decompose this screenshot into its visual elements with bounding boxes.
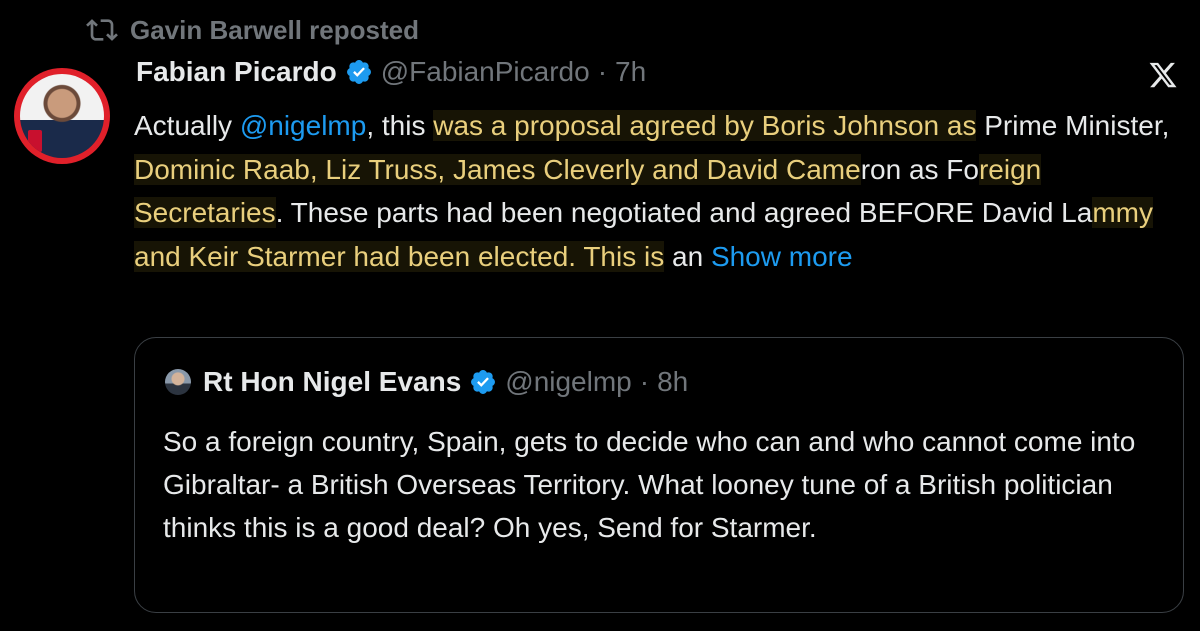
highlighted-text: was a proposal agreed by Boris Johnson a… (433, 110, 977, 141)
author-row: Fabian Picardo @FabianPicardo · 7h (136, 56, 646, 88)
quote-text: So a foreign country, Spain, gets to dec… (163, 426, 1136, 543)
verified-badge-icon (471, 370, 496, 394)
quote-author-name[interactable]: Rt Hon Nigel Evans (203, 366, 461, 398)
author-name[interactable]: Fabian Picardo (136, 56, 337, 88)
meta-separator: · (639, 366, 650, 397)
text-segment: . These parts had been negotiated and ag… (275, 197, 1093, 228)
author-handle[interactable]: @FabianPicardo (381, 56, 590, 88)
quote-author-avatar[interactable] (165, 369, 191, 395)
text-segment: Prime Minister, (976, 110, 1170, 141)
verified-badge-icon (346, 60, 371, 84)
tweet-text: Actually @nigelmp, this was a proposal a… (134, 104, 1194, 278)
show-more-link[interactable]: Show more (711, 241, 853, 272)
quote-author-handle[interactable]: @nigelmp (505, 366, 631, 398)
text-segment: , this (366, 110, 434, 141)
repost-text: Gavin Barwell reposted (130, 14, 419, 45)
tweet-time[interactable]: 7h (615, 56, 646, 88)
x-logo-icon (1149, 62, 1177, 88)
author-avatar[interactable] (14, 68, 110, 164)
quoted-tweet-card[interactable]: Rt Hon Nigel Evans @nigelmp · 8h So a fo… (134, 337, 1184, 613)
tweet-view: Gavin Barwell reposted Fabian Picardo @F… (0, 0, 1200, 631)
highlighted-text: Dominic Raab, Liz Truss, James Cleverly … (134, 153, 861, 185)
text-segment: ron as Fo (860, 153, 979, 185)
text-segment: Actually (134, 110, 240, 141)
mention-link[interactable]: @nigelmp (240, 110, 366, 141)
text-segment: an (664, 240, 711, 272)
meta-separator: · (597, 56, 608, 87)
repost-icon (86, 19, 118, 41)
avatar-photo (20, 74, 104, 158)
quote-time[interactable]: 8h (657, 366, 688, 398)
quote-author-row: Rt Hon Nigel Evans @nigelmp · 8h (165, 366, 688, 398)
repost-context[interactable]: Gavin Barwell reposted (86, 14, 419, 46)
